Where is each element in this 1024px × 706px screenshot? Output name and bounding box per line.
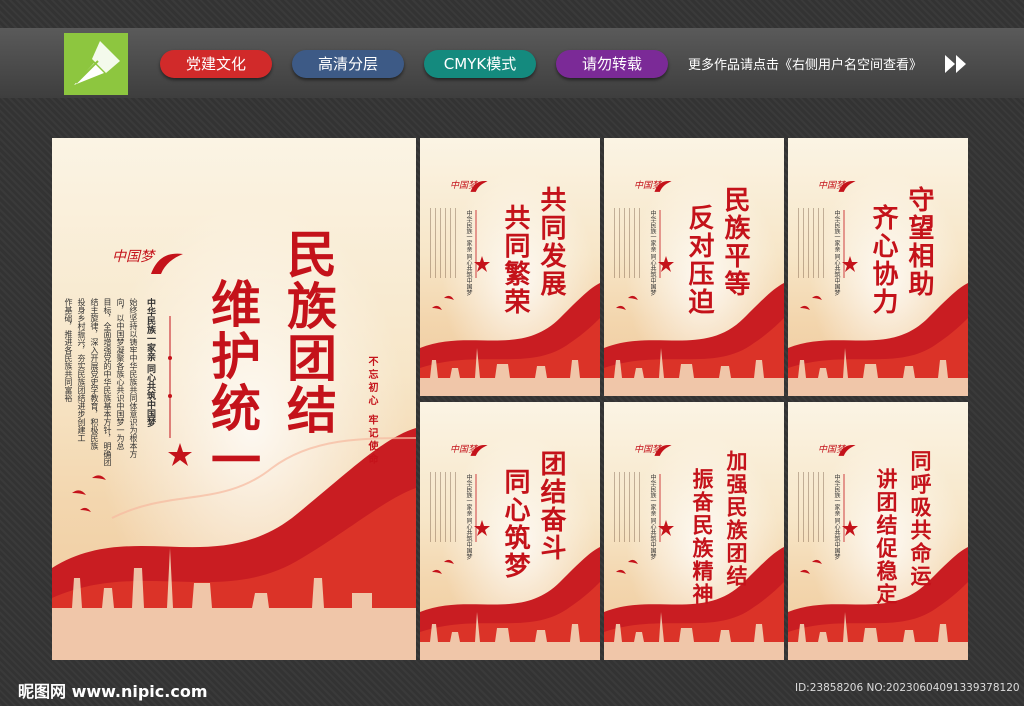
- small-body-text: [430, 472, 460, 542]
- red-ribbon-logo-icon: [654, 181, 672, 192]
- small-poster: 中国梦 中华民族一家亲 同心共筑中国梦 团结奋斗 同心筑梦: [420, 402, 600, 660]
- small-title-line1: 加强民族团结: [724, 450, 749, 588]
- small-poster: 中国梦 中华民族一家亲 同心共筑中国梦 共同发展 共同繁荣: [420, 138, 600, 396]
- small-body-text: [430, 208, 460, 278]
- small-title-line1: 守望相助: [904, 186, 934, 298]
- small-title-line2: 共同繁荣: [500, 204, 530, 316]
- small-title-line1: 团结奋斗: [536, 450, 566, 562]
- small-title-line2: 齐心协力: [868, 204, 898, 316]
- small-title-line2: 讲团结促稳定: [874, 468, 899, 606]
- small-title-line2: 反对压迫: [684, 204, 714, 316]
- small-poster: 中国梦 中华民族一家亲 同心共筑中国梦 加强民族团结 振奋民族精神: [604, 402, 784, 660]
- small-subtitle: 中华民族一家亲 同心共筑中国梦: [833, 210, 840, 296]
- tag-no-repost[interactable]: 请勿转载: [556, 50, 668, 78]
- small-title-line2: 振奋民族精神: [690, 468, 715, 606]
- image-id: ID:23858206 NO:20230604091339378120: [795, 682, 1020, 694]
- main-body-text: 始终坚持以铸牢中华民族共同体意识为根本方 向，以中国梦凝聚各族心共识中国梦一为总…: [64, 298, 138, 466]
- main-subtitle: 中华民族一家亲 同心共筑中国梦: [145, 298, 155, 428]
- small-title-line2: 同心筑梦: [500, 468, 530, 580]
- double-arrow-icon[interactable]: [944, 53, 970, 75]
- red-ribbon-logo-icon: [654, 445, 672, 456]
- small-subtitle: 中华民族一家亲 同心共筑中国梦: [465, 210, 472, 296]
- tag-cmyk[interactable]: CMYK模式: [424, 50, 536, 78]
- small-subtitle: 中华民族一家亲 同心共筑中国梦: [649, 474, 656, 560]
- red-ribbon-logo-icon: [838, 181, 856, 192]
- small-subtitle: 中华民族一家亲 同心共筑中国梦: [649, 210, 656, 296]
- site-watermark[interactable]: 昵图网 www.nipic.com: [18, 678, 208, 702]
- small-poster: 中国梦 中华民族一家亲 同心共筑中国梦 同呼吸共命运 讲团结促稳定: [788, 402, 968, 660]
- red-ribbon-logo-icon: [151, 253, 183, 274]
- small-body-text: [614, 208, 644, 278]
- tag-hd-layers[interactable]: 高清分层: [292, 50, 404, 78]
- pen-logo-icon[interactable]: [64, 33, 128, 95]
- main-slogan: 不忘初心 牢记使命: [366, 356, 377, 467]
- small-body-text: [614, 472, 644, 542]
- tag-party-culture[interactable]: 党建文化: [160, 50, 272, 78]
- main-title-line1: 民族团结: [279, 228, 338, 436]
- small-subtitle: 中华民族一家亲 同心共筑中国梦: [465, 474, 472, 560]
- red-ribbon-logo-icon: [470, 445, 488, 456]
- small-body-text: [798, 472, 828, 542]
- small-subtitle: 中华民族一家亲 同心共筑中国梦: [833, 474, 840, 560]
- red-ribbon-logo-icon: [470, 181, 488, 192]
- small-body-text: [798, 208, 828, 278]
- red-ribbon-logo-icon: [838, 445, 856, 456]
- main-poster: 中国梦 民族团结 维护统一 中华民族一家亲 同心共筑中国梦 始终坚持以铸牢中华民…: [52, 138, 416, 660]
- more-works-note[interactable]: 更多作品请点击《右侧用户名空间查看》: [688, 54, 922, 73]
- main-title-line2: 维护统一: [203, 278, 262, 486]
- small-title-line1: 民族平等: [720, 186, 750, 298]
- small-title-line1: 同呼吸共命运: [908, 450, 933, 588]
- small-poster: 中国梦 中华民族一家亲 同心共筑中国梦 守望相助 齐心协力: [788, 138, 968, 396]
- small-poster: 中国梦 中华民族一家亲 同心共筑中国梦 民族平等 反对压迫: [604, 138, 784, 396]
- small-title-line1: 共同发展: [536, 186, 566, 298]
